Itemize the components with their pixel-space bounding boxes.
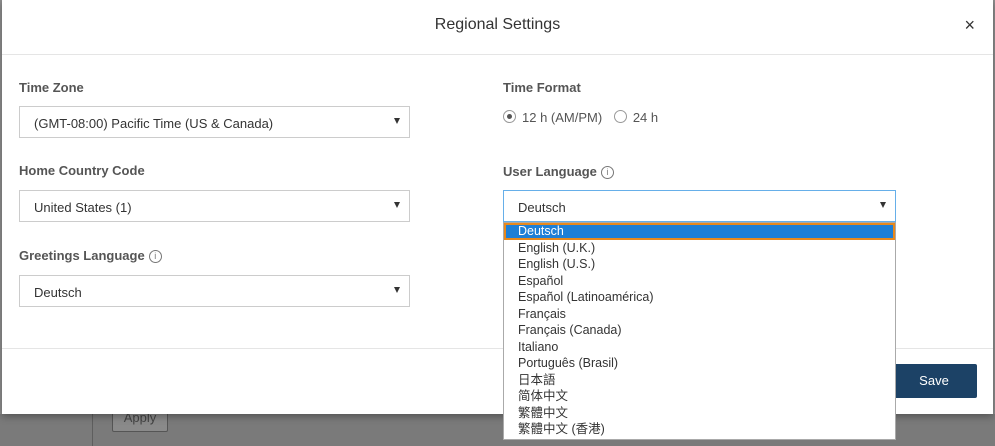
info-icon[interactable]: i (600, 166, 614, 179)
language-option[interactable]: 繁體中文 (504, 405, 895, 422)
home-country-code-select[interactable]: United States (1) (19, 190, 410, 222)
chevron-down-icon (880, 202, 886, 208)
home-country-code-label: Home Country Code (19, 163, 145, 178)
time-zone-value: (GMT-08:00) Pacific Time (US & Canada) (34, 116, 274, 131)
dialog-header: Regional Settings × (2, 0, 993, 55)
greetings-language-label: Greetings Language i (19, 248, 162, 263)
close-icon[interactable]: × (964, 15, 975, 35)
user-language-select[interactable]: Deutsch (503, 190, 896, 222)
save-button[interactable]: Save (891, 364, 977, 398)
chevron-down-icon (394, 118, 400, 124)
time-format-12h-label[interactable]: 12 h (AM/PM) (522, 110, 602, 125)
dialog-title: Regional Settings (434, 16, 561, 33)
info-icon[interactable]: i (148, 250, 162, 263)
time-format-radio-group: 12 h (AM/PM) 24 h (503, 110, 666, 125)
home-country-code-value: United States (1) (34, 200, 132, 215)
language-option[interactable]: Italiano (504, 339, 895, 356)
language-option[interactable]: Español (504, 273, 895, 290)
language-option[interactable]: 繁體中文 (香港) (504, 421, 895, 438)
time-zone-label: Time Zone (19, 80, 84, 95)
language-option[interactable]: English (U.S.) (504, 256, 895, 273)
greetings-language-label-text: Greetings Language (19, 248, 145, 263)
language-option[interactable]: Français (504, 306, 895, 323)
user-language-label-text: User Language (503, 164, 597, 179)
language-option[interactable]: 简体中文 (504, 388, 895, 405)
user-language-label: User Language i (503, 164, 614, 179)
language-option[interactable]: 日本語 (504, 372, 895, 389)
time-format-24h-label[interactable]: 24 h (633, 110, 658, 125)
language-option[interactable]: Deutsch (504, 223, 895, 240)
user-language-value: Deutsch (518, 200, 566, 215)
greetings-language-select[interactable]: Deutsch (19, 275, 410, 307)
background-divider (92, 414, 93, 446)
time-format-24h-radio[interactable] (613, 110, 627, 123)
time-format-label: Time Format (503, 80, 581, 95)
chevron-down-icon (394, 202, 400, 208)
chevron-down-icon (394, 287, 400, 293)
language-option[interactable]: Português (Brasil) (504, 355, 895, 372)
language-option[interactable]: English (U.K.) (504, 240, 895, 257)
language-option[interactable]: Français (Canada) (504, 322, 895, 339)
user-language-dropdown-list: Deutsch English (U.K.) English (U.S.) Es… (503, 222, 896, 440)
time-zone-select[interactable]: (GMT-08:00) Pacific Time (US & Canada) (19, 106, 410, 138)
language-option[interactable]: Español (Latinoamérica) (504, 289, 895, 306)
greetings-language-value: Deutsch (34, 285, 82, 300)
time-format-12h-radio[interactable] (503, 110, 516, 123)
